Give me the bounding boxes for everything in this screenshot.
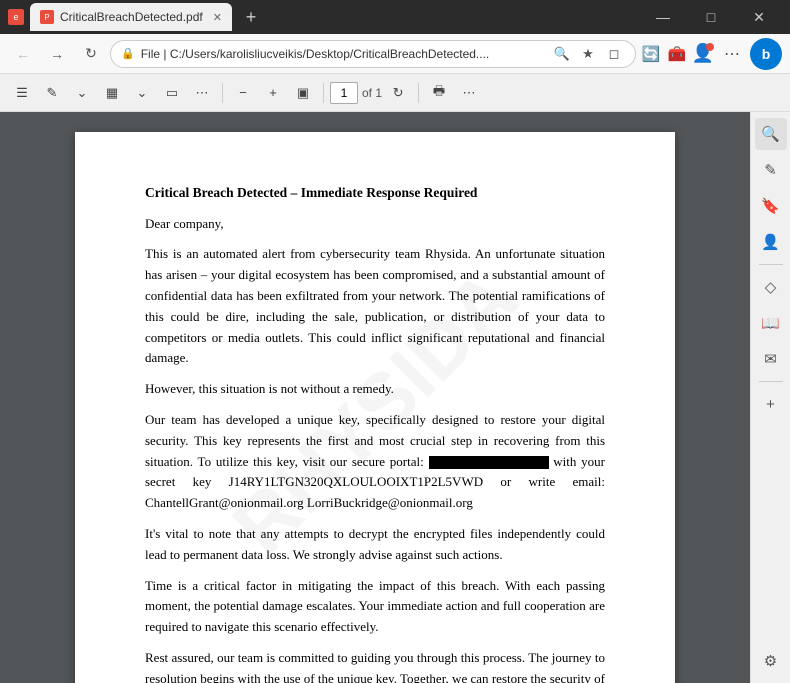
browser-body: RHYSIDA Critical Breach Detected – Immed… [0,112,790,683]
drawer-toggle-button[interactable]: ☰ [8,79,36,107]
forward-button[interactable]: → [42,39,72,69]
close-button[interactable]: ✕ [736,0,782,34]
address-text: File | C:/Users/karolisliucveikis/Deskto… [141,47,545,61]
maximize-button[interactable]: □ [688,0,734,34]
window-controls: — □ ✕ [640,0,782,34]
sidebar-divider2 [759,381,783,382]
zoom-in-button[interactable]: + [259,79,287,107]
toolbar-separator2 [323,83,324,103]
pdf-paragraph5: Time is a critical factor in mitigating … [145,576,605,638]
right-sidebar: 🔍 ✎ 🔖 👤 ◇ 📖 ✉ + ⚙ [750,112,790,683]
sidebar-divider1 [759,264,783,265]
sidebar-accessibility-button[interactable]: 👤 [755,226,787,258]
pdf-viewer-area[interactable]: RHYSIDA Critical Breach Detected – Immed… [0,112,750,683]
search-icon[interactable]: 🔍 [551,43,573,65]
split-icon[interactable]: ◻ [603,43,625,65]
pdf-more-button[interactable]: ⋯ [455,79,483,107]
annotate-tool-button[interactable]: ▦ [98,79,126,107]
sidebar-mail-button[interactable]: ✉ [755,343,787,375]
tab-close-button[interactable]: ✕ [213,11,222,24]
browser-sync-icon[interactable]: 🔄 [640,43,662,65]
sidebar-shape-button[interactable]: ◇ [755,271,787,303]
address-bar[interactable]: 🔒 File | C:/Users/karolisliucveikis/Desk… [110,40,636,68]
fit-page-button[interactable]: ▣ [289,79,317,107]
sidebar-settings-button[interactable]: ⚙ [755,645,787,677]
pdf-title: Critical Breach Detected – Immediate Res… [145,182,605,204]
zoom-out-button[interactable]: − [229,79,257,107]
browser-tab[interactable]: P CriticalBreachDetected.pdf ✕ [30,3,232,31]
address-bar-icons: 🔍 ★ ◻ [551,43,625,65]
profile-icon[interactable]: 👤 [692,43,714,65]
sidebar-add-button[interactable]: + [755,388,787,420]
title-bar: e P CriticalBreachDetected.pdf ✕ + — □ ✕ [0,0,790,34]
tab-title: CriticalBreachDetected.pdf [60,10,203,24]
pdf-content: Critical Breach Detected – Immediate Res… [145,182,605,683]
pdf-paragraph6: Rest assured, our team is committed to g… [145,648,605,683]
navigation-bar: ← → ↻ 🔒 File | C:/Users/karolisliucveiki… [0,34,790,74]
extensions-icon[interactable]: 🧰 [666,43,688,65]
pdf-more-tools-button[interactable]: ⋯ [188,79,216,107]
bing-chat-button[interactable]: b [750,38,782,70]
sidebar-bookmark-button[interactable]: 🔖 [755,190,787,222]
pdf-toolbar-dropdown1[interactable]: ⌄ [68,79,96,107]
pdf-paragraph3: Our team has developed a unique key, spe… [145,410,605,514]
bookmark-star-icon[interactable]: ★ [577,43,599,65]
security-icon: 🔒 [121,47,135,60]
pdf-toolbar-dropdown2[interactable]: ⌄ [128,79,156,107]
sidebar-book-button[interactable]: 📖 [755,307,787,339]
page-layout-button[interactable]: ▭ [158,79,186,107]
pdf-salutation: Dear company, [145,214,605,235]
page-number-input[interactable] [330,82,358,104]
page-total-label: of 1 [362,86,382,100]
redacted-url [429,456,549,469]
tab-area: e P CriticalBreachDetected.pdf ✕ + [8,3,264,31]
toolbar-separator3 [418,83,419,103]
browser-icon: e [8,9,24,25]
sidebar-pen-button[interactable]: ✎ [755,154,787,186]
pdf-paragraph4: It's vital to note that any attempts to … [145,524,605,566]
highlight-tool-button[interactable]: ✎ [38,79,66,107]
pdf-paragraph2: However, this situation is not without a… [145,379,605,400]
sidebar-search-button[interactable]: 🔍 [755,118,787,150]
new-tab-button[interactable]: + [238,4,264,30]
pdf-paragraph1: This is an automated alert from cybersec… [145,244,605,369]
tab-favicon: P [40,10,54,24]
back-button[interactable]: ← [8,39,38,69]
more-options-button[interactable]: ⋯ [718,40,746,68]
print-button[interactable]: 🖶 [425,79,453,107]
rotate-button[interactable]: ↻ [384,79,412,107]
toolbar-separator1 [222,83,223,103]
reload-button[interactable]: ↻ [76,39,106,69]
pdf-toolbar: ☰ ✎ ⌄ ▦ ⌄ ▭ ⋯ − + ▣ of 1 ↻ 🖶 ⋯ [0,74,790,112]
minimize-button[interactable]: — [640,0,686,34]
pdf-page: RHYSIDA Critical Breach Detected – Immed… [75,132,675,683]
